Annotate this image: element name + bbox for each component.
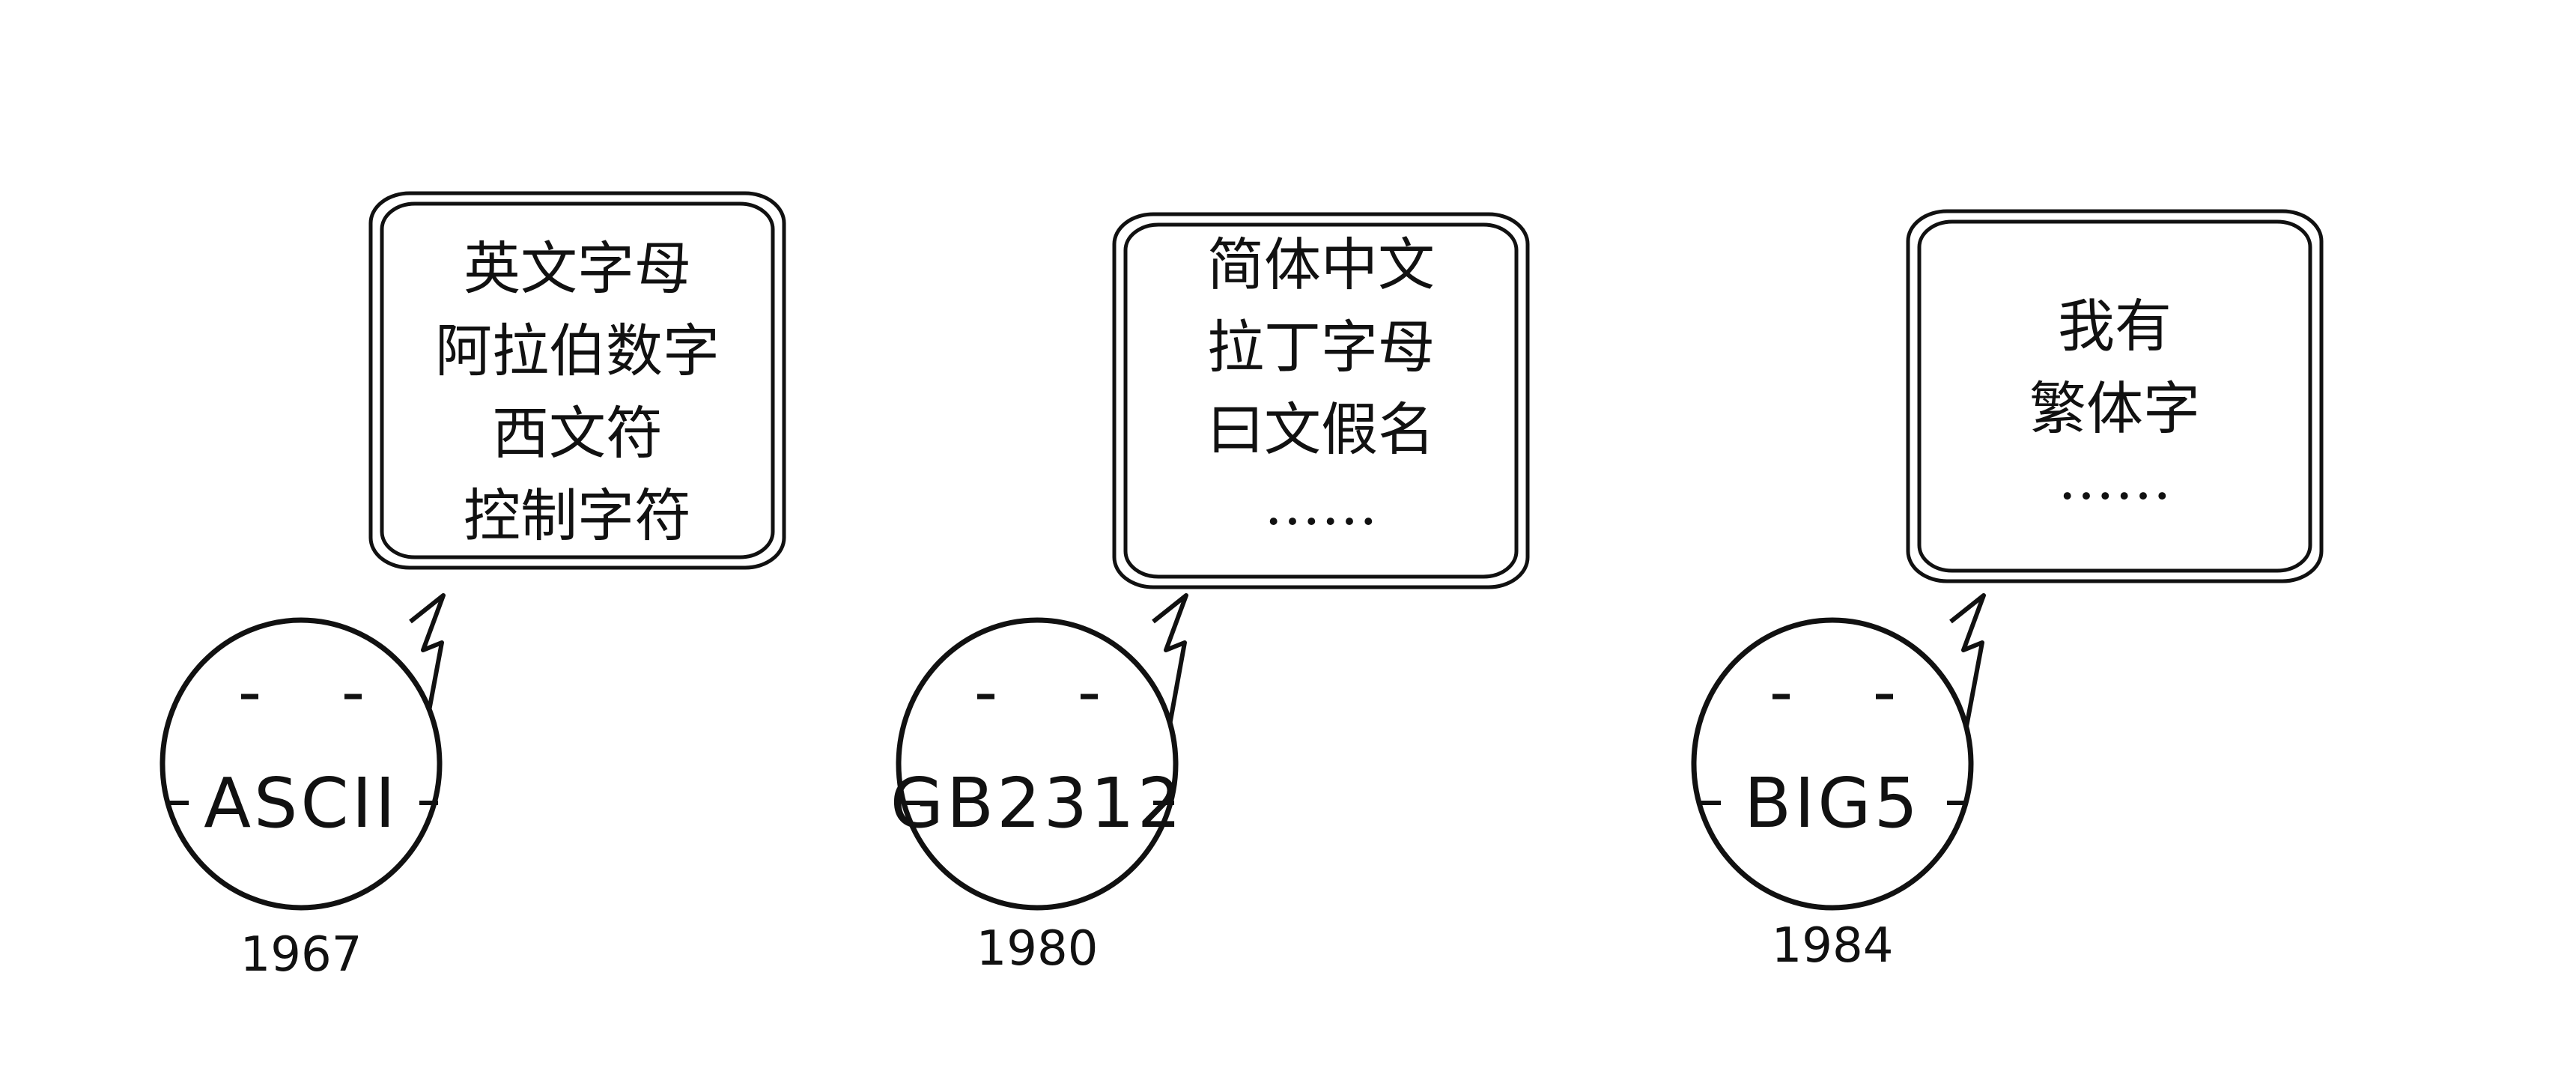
- speech-line: 繁体字: [2029, 375, 2200, 442]
- face-name-label: BIG5: [1744, 763, 1921, 843]
- gb2312-face: GB2312: [890, 617, 1185, 911]
- big5-character: 我有 繁体字 …… BIG5 1984: [1691, 209, 2324, 974]
- speech-line: 阿拉伯数字: [435, 318, 720, 384]
- speech-line: 西文符: [492, 400, 663, 467]
- big5-face: BIG5: [1691, 617, 1974, 911]
- year-label: 1984: [1772, 918, 1894, 974]
- speech-line: 英文字母: [464, 235, 691, 302]
- face-name-label: GB2312: [890, 763, 1185, 843]
- encoding-history-diagram: 英文字母 阿拉伯数字 西文符 控制字符 ASCII 1967 简体中文 拉丁字母…: [160, 191, 2324, 983]
- ascii-character: 英文字母 阿拉伯数字 西文符 控制字符 ASCII 1967: [160, 191, 786, 983]
- year-label: 1980: [976, 921, 1099, 977]
- speech-bubble-text: 我有 繁体字 ……: [2029, 293, 2200, 512]
- speech-line: 简体中文: [1207, 231, 1435, 298]
- face-name-label: ASCII: [204, 763, 398, 843]
- speech-bubble-text: 简体中文 拉丁字母 曰文假名 ……: [1207, 231, 1435, 538]
- speech-line: ……: [2058, 446, 2172, 512]
- year-label: 1967: [240, 927, 362, 983]
- gb2312-character: 简体中文 拉丁字母 曰文假名 …… GB2312 1980: [890, 212, 1530, 977]
- speech-line: 拉丁字母: [1207, 314, 1435, 380]
- speech-line: 控制字符: [464, 482, 691, 549]
- ascii-face: ASCII: [160, 617, 443, 911]
- speech-line: ……: [1264, 471, 1378, 538]
- speech-line: 曰文假名: [1207, 396, 1435, 463]
- speech-line: 我有: [2058, 293, 2172, 359]
- speech-bubble-text: 英文字母 阿拉伯数字 西文符 控制字符: [435, 235, 720, 549]
